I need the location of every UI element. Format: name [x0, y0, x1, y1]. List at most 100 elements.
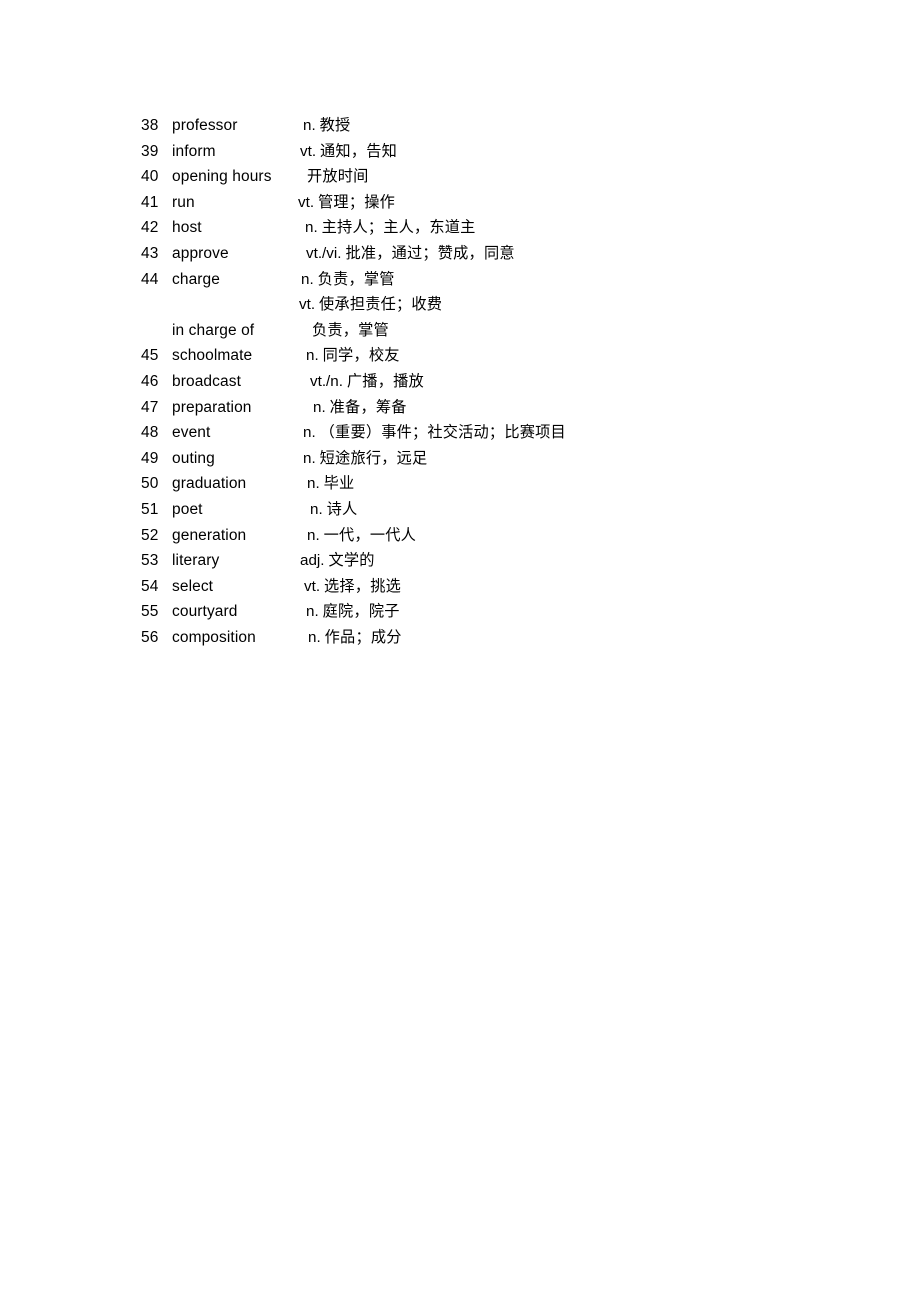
entry-word: host: [172, 219, 202, 237]
entry-gloss: （重要）事件；社交活动；比赛项目: [319, 423, 566, 442]
vocabulary-entry: 55 courtyard n. 庭院，院子: [0, 599, 920, 625]
entry-word: outing: [172, 449, 215, 467]
vocabulary-entry: 49 outing n. 短途旅行，远足: [0, 446, 920, 472]
entry-definition: n. 负责，掌管: [301, 267, 395, 293]
vocabulary-entry: 40 opening hours 开放时间: [0, 164, 920, 190]
entry-word: poet: [172, 500, 203, 518]
entry-definition: vt. 使承担责任；收费: [299, 292, 442, 318]
entry-gloss: 广播，播放: [346, 371, 424, 390]
vocabulary-entry: 38 professor n. 教授: [0, 113, 920, 139]
vocabulary-entry: 42 host n. 主持人；主人，东道主: [0, 215, 920, 241]
vocabulary-entry: 54 select vt. 选择，挑选: [0, 574, 920, 600]
entry-gloss: 同学，校友: [322, 346, 400, 365]
entry-definition: n. （重要）事件；社交活动；比赛项目: [303, 420, 566, 446]
vocabulary-entry: 51 poet n. 诗人: [0, 497, 920, 523]
part-of-speech: n.: [308, 628, 321, 646]
part-of-speech: n.: [303, 117, 316, 134]
entry-gloss: 使承担责任；收费: [319, 295, 443, 314]
entry-gloss: 庭院，院子: [322, 602, 400, 621]
entry-number: 48: [141, 424, 159, 442]
entry-gloss: 开放时间: [307, 167, 369, 186]
entry-definition: vt./vi. 批准，通过；赞成，同意: [306, 241, 515, 267]
entry-definition: 负责，掌管: [312, 318, 389, 344]
part-of-speech: n.: [303, 424, 316, 442]
entry-word: generation: [172, 526, 247, 544]
entry-definition: vt. 通知，告知: [300, 139, 397, 165]
vocabulary-entry: 50 graduation n. 毕业: [0, 471, 920, 497]
entry-gloss: 毕业: [323, 474, 355, 493]
vocabulary-list: 38 professor n. 教授 39 inform vt. 通知，告知 40 opening…: [0, 113, 920, 650]
part-of-speech: n.: [305, 219, 318, 237]
entry-word: opening hours: [172, 168, 272, 186]
part-of-speech: n.: [313, 398, 326, 416]
entry-gloss: 作品；成分: [324, 627, 402, 646]
entry-number: 38: [141, 117, 159, 134]
entry-word: courtyard: [172, 603, 238, 621]
entry-number: 56: [141, 628, 159, 646]
part-of-speech: vt.: [298, 193, 315, 211]
entry-gloss: 通知，告知: [320, 141, 397, 160]
vocabulary-entry: 56 composition n. 作品；成分: [0, 625, 920, 651]
entry-gloss: 诗人: [326, 499, 358, 518]
entry-gloss: 教授: [319, 116, 351, 134]
part-of-speech: n.: [303, 449, 316, 467]
entry-definition: vt./n. 广播，播放: [310, 369, 424, 395]
entry-definition: vt. 管理；操作: [298, 190, 395, 216]
entry-number: 41: [141, 193, 159, 211]
entry-number: 51: [141, 500, 159, 518]
entry-word: broadcast: [172, 372, 241, 390]
entry-gloss: 负责，掌管: [312, 320, 389, 339]
vocabulary-entry: 41 run vt. 管理；操作: [0, 190, 920, 216]
entry-number: 43: [141, 244, 159, 262]
entry-gloss: 批准，通过；赞成，同意: [345, 243, 515, 262]
entry-gloss: 主持人；主人，东道主: [321, 218, 476, 237]
vocabulary-entry: 46 broadcast vt./n. 广播，播放: [0, 369, 920, 395]
entry-number: 44: [141, 270, 159, 288]
entry-definition: adj. 文学的: [300, 548, 375, 574]
vocabulary-entry: 44 charge n. 负责，掌管: [0, 267, 920, 293]
entry-number: 54: [141, 577, 159, 595]
vocabulary-entry: 53 literary adj. 文学的: [0, 548, 920, 574]
entry-word: inform: [172, 142, 216, 160]
entry-word: schoolmate: [172, 347, 253, 365]
part-of-speech: n.: [306, 347, 319, 365]
entry-word: literary: [172, 552, 220, 570]
part-of-speech: vt.: [304, 577, 321, 595]
entry-gloss: 负责，掌管: [317, 269, 395, 288]
part-of-speech: vt.: [299, 296, 316, 314]
part-of-speech: n.: [310, 500, 323, 518]
entry-number: 46: [141, 372, 159, 390]
entry-number: 45: [141, 347, 159, 365]
entry-word: preparation: [172, 398, 252, 416]
entry-word: approve: [172, 244, 229, 262]
vocabulary-entry: 52 generation n. 一代，一代人: [0, 523, 920, 549]
entry-word: professor: [172, 117, 238, 134]
entry-definition: n. 同学，校友: [306, 343, 400, 369]
entry-word: event: [172, 424, 211, 442]
vocabulary-entry: 48 event n. （重要）事件；社交活动；比赛项目: [0, 420, 920, 446]
entry-word: graduation: [172, 475, 247, 493]
entry-gloss: 准备，筹备: [329, 397, 407, 416]
entry-word: charge: [172, 270, 220, 288]
entry-definition: n. 准备，筹备: [313, 395, 407, 421]
entry-number: 52: [141, 526, 159, 544]
part-of-speech: vt./n.: [310, 372, 343, 390]
entry-word: in charge of: [172, 321, 255, 339]
entry-word: run: [172, 193, 195, 211]
entry-definition: n. 庭院，院子: [306, 599, 400, 625]
entry-number: 49: [141, 449, 159, 467]
entry-gloss: 选择，挑选: [324, 576, 401, 595]
entry-number: 55: [141, 603, 159, 621]
entry-definition: 开放时间: [307, 164, 369, 190]
entry-gloss: 一代，一代人: [323, 525, 416, 544]
entry-definition: vt. 选择，挑选: [304, 574, 401, 600]
vocabulary-page: 38 professor n. 教授 39 inform vt. 通知，告知 40 opening…: [0, 0, 920, 1302]
vocabulary-entry: 39 inform vt. 通知，告知: [0, 139, 920, 165]
vocabulary-entry: 45 schoolmate n. 同学，校友: [0, 343, 920, 369]
part-of-speech: vt.: [300, 142, 317, 160]
entry-gloss: 文学的: [328, 551, 375, 570]
entry-definition: n. 毕业: [307, 471, 354, 497]
entry-number: 42: [141, 219, 159, 237]
entry-number: 53: [141, 552, 159, 570]
vocabulary-entry: vt. 使承担责任；收费: [0, 292, 920, 318]
